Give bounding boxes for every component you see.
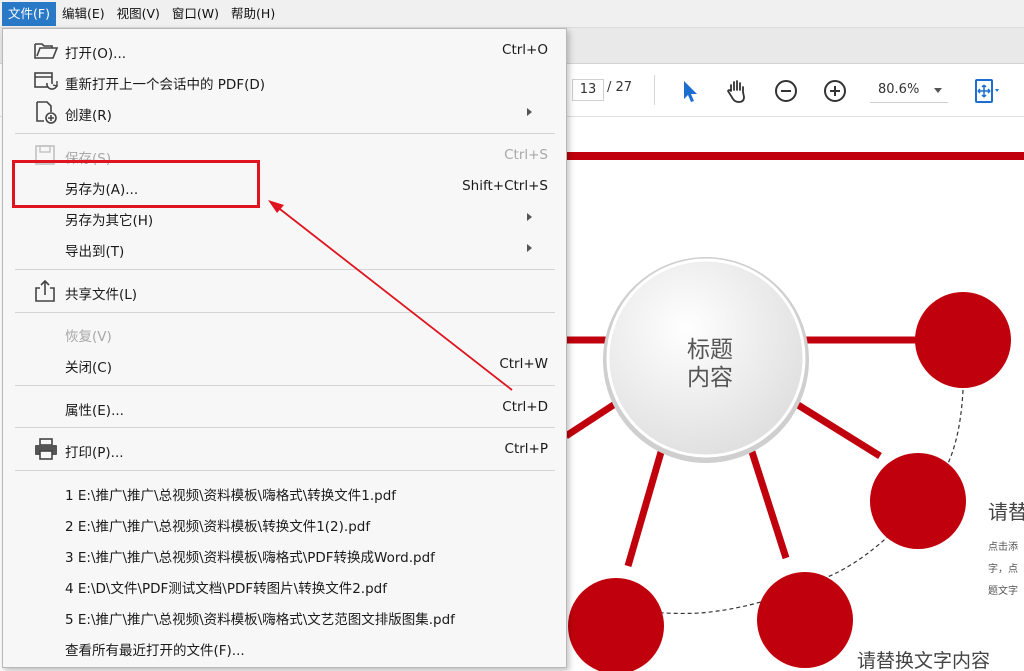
menu-item-label: 另存为其它(H) bbox=[65, 213, 154, 229]
open-folder-icon bbox=[34, 43, 59, 59]
center-node-title: 标题 内容 bbox=[640, 336, 780, 392]
recent-file-label: 3 E:\推广\推广\总视频\资料模板\嗨格式\PDF转换成Word.pdf bbox=[65, 550, 435, 566]
menu-item-label: 关闭(C) bbox=[65, 360, 112, 376]
menu-item-label: 打印(P)... bbox=[65, 445, 124, 461]
menu-item-shortcut: Ctrl+D bbox=[502, 399, 548, 415]
node-bottom-left bbox=[568, 578, 664, 671]
zoom-level-value: 80.6% bbox=[878, 82, 920, 97]
menu-separator bbox=[15, 470, 555, 471]
submenu-arrow-icon bbox=[527, 108, 532, 116]
menu-item-label: 创建(R) bbox=[65, 108, 112, 124]
menu-item-label: 查看所有最近打开的文件(F)... bbox=[65, 643, 245, 659]
hand-tool-icon[interactable] bbox=[723, 77, 751, 105]
menu-view[interactable]: 视图(V) bbox=[111, 2, 166, 26]
highlight-rectangle bbox=[12, 160, 260, 208]
menu-item-shortcut: Ctrl+P bbox=[504, 441, 548, 457]
menu-separator bbox=[15, 427, 555, 428]
zoom-level-dropdown[interactable]: 80.6% bbox=[870, 79, 948, 103]
menu-item-recent-5[interactable]: 5 E:\推广\推广\总视频\资料模板\嗨格式\文艺范图文排版图集.pdf bbox=[3, 601, 566, 631]
reopen-session-icon bbox=[34, 72, 58, 90]
menu-item-revert[interactable]: 恢复(V) bbox=[3, 318, 566, 348]
recent-file-label: 5 E:\推广\推广\总视频\资料模板\嗨格式\文艺范图文排版图集.pdf bbox=[65, 612, 455, 628]
node-lower-right bbox=[870, 453, 966, 549]
page-total: / 27 bbox=[607, 80, 633, 95]
menu-item-label: 打开(O)... bbox=[65, 46, 127, 62]
menu-item-reopen[interactable]: 重新打开上一个会话中的 PDF(D) bbox=[3, 66, 566, 96]
menu-window[interactable]: 窗口(W) bbox=[166, 2, 225, 26]
submenu-arrow-icon bbox=[527, 213, 532, 221]
menu-separator bbox=[15, 269, 555, 270]
printer-icon bbox=[35, 438, 57, 460]
menu-item-close[interactable]: 关闭(C) Ctrl+W bbox=[3, 349, 566, 379]
menu-help[interactable]: 帮助(H) bbox=[225, 2, 281, 26]
create-document-icon bbox=[36, 101, 57, 124]
recent-file-label: 2 E:\推广\推广\总视频\资料模板\转换文件1(2).pdf bbox=[65, 519, 371, 535]
menu-bar: 文件(F) 编辑(E) 视图(V) 窗口(W) 帮助(H) bbox=[0, 0, 1024, 28]
select-cursor-icon[interactable] bbox=[676, 77, 704, 105]
zoom-in-icon[interactable] bbox=[821, 77, 849, 105]
node-right bbox=[915, 292, 1011, 388]
menu-edit[interactable]: 编辑(E) bbox=[56, 2, 111, 26]
menu-item-label: 导出到(T) bbox=[65, 244, 125, 260]
menu-item-properties[interactable]: 属性(E)... Ctrl+D bbox=[3, 392, 566, 422]
spoke-lower-left bbox=[564, 399, 620, 439]
menu-item-export-to[interactable]: 导出到(T) bbox=[3, 233, 566, 263]
chevron-down-icon bbox=[934, 88, 942, 93]
menu-item-label: 共享文件(L) bbox=[65, 287, 138, 303]
page-number-input[interactable]: 13 bbox=[572, 79, 604, 101]
menu-item-label: 属性(E)... bbox=[65, 403, 124, 419]
share-upload-icon bbox=[35, 279, 55, 302]
menu-file[interactable]: 文件(F) bbox=[2, 1, 56, 26]
menu-item-recent-4[interactable]: 4 E:\D\文件\PDF测试文档\PDF转图片\转换文件2.pdf bbox=[3, 570, 566, 600]
right-text-line2: 字，点 bbox=[988, 564, 1018, 575]
menu-item-shortcut: Ctrl+W bbox=[499, 356, 548, 372]
right-text-line1: 点击添 bbox=[988, 542, 1018, 553]
right-heading: 请替 bbox=[988, 500, 1024, 524]
menu-item-label: 恢复(V) bbox=[65, 329, 112, 345]
bottom-caption: 请替换文字内容 bbox=[857, 650, 991, 671]
menu-item-print[interactable]: 打印(P)... Ctrl+P bbox=[3, 434, 566, 464]
menu-item-create[interactable]: 创建(R) bbox=[3, 97, 566, 127]
menu-item-label: 重新打开上一个会话中的 PDF(D) bbox=[65, 77, 266, 93]
center-title-line1: 标题 bbox=[687, 337, 733, 363]
spoke-lower-right bbox=[788, 397, 882, 459]
file-menu-dropdown: 打开(O)... Ctrl+O 重新打开上一个会话中的 PDF(D) 创建(R)… bbox=[2, 28, 567, 668]
menu-separator bbox=[15, 133, 555, 134]
node-bottom-right bbox=[757, 572, 853, 668]
fit-page-icon[interactable] bbox=[972, 77, 1000, 105]
toolbar-divider bbox=[654, 75, 655, 105]
zoom-out-icon[interactable] bbox=[772, 77, 800, 105]
menu-item-shortcut: Ctrl+S bbox=[504, 147, 548, 163]
menu-item-shortcut: Ctrl+O bbox=[502, 42, 548, 58]
menu-item-open[interactable]: 打开(O)... Ctrl+O bbox=[3, 35, 566, 65]
menu-item-shortcut: Shift+Ctrl+S bbox=[462, 178, 548, 194]
menu-item-recent-1[interactable]: 1 E:\推广\推广\总视频\资料模板\嗨格式\转换文件1.pdf bbox=[3, 477, 566, 507]
recent-file-label: 1 E:\推广\推广\总视频\资料模板\嗨格式\转换文件1.pdf bbox=[65, 488, 397, 504]
recent-file-label: 4 E:\D\文件\PDF测试文档\PDF转图片\转换文件2.pdf bbox=[65, 581, 387, 597]
menu-separator bbox=[15, 312, 555, 313]
menu-item-recent-3[interactable]: 3 E:\推广\推广\总视频\资料模板\嗨格式\PDF转换成Word.pdf bbox=[3, 539, 566, 569]
right-text-line3: 题文字 bbox=[988, 586, 1018, 597]
menu-item-view-all-recent[interactable]: 查看所有最近打开的文件(F)... bbox=[3, 632, 566, 662]
menu-item-share[interactable]: 共享文件(L) bbox=[3, 276, 566, 306]
menu-separator bbox=[15, 385, 555, 386]
submenu-arrow-icon bbox=[527, 244, 532, 252]
center-title-line2: 内容 bbox=[687, 365, 733, 391]
menu-item-recent-2[interactable]: 2 E:\推广\推广\总视频\资料模板\转换文件1(2).pdf bbox=[3, 508, 566, 538]
